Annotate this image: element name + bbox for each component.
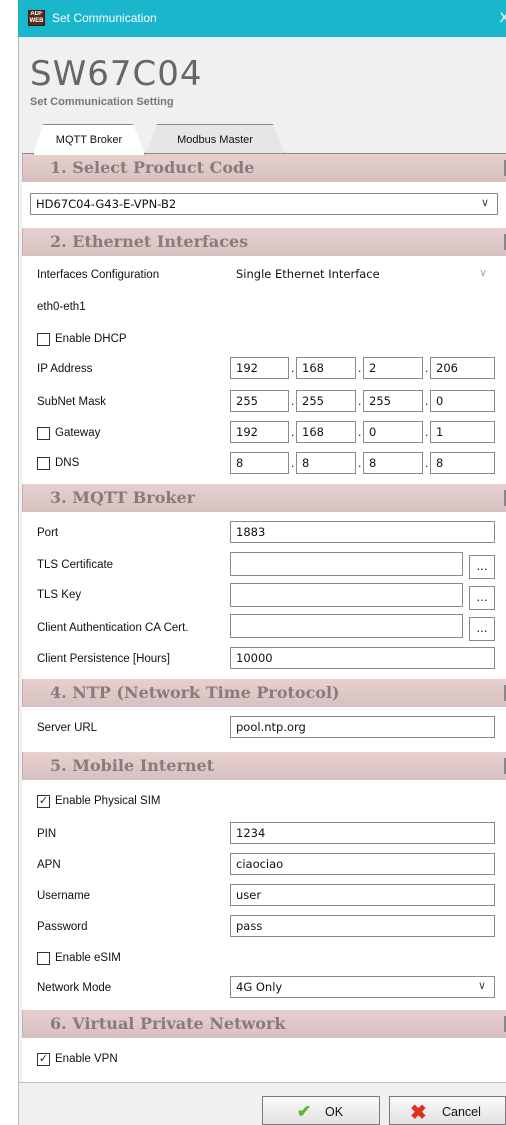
dns-label: DNS xyxy=(55,457,80,469)
ok-button[interactable]: ✔ OK xyxy=(262,1096,380,1125)
physical-sim-checkbox[interactable]: ✓ xyxy=(37,795,50,808)
mask-octet-3[interactable]: 255 xyxy=(363,390,423,412)
password-input[interactable]: pass xyxy=(230,915,495,937)
ip-octet-4[interactable]: 206 xyxy=(430,357,495,379)
esim-label: Enable eSIM xyxy=(55,952,121,964)
username-label: Username xyxy=(37,890,91,902)
tls-key-label: TLS Key xyxy=(37,589,82,601)
dns-octet-1[interactable]: 8 xyxy=(230,452,289,474)
persistence-input[interactable]: 10000 xyxy=(230,647,495,669)
ip-octet-2[interactable]: 168 xyxy=(296,357,356,379)
dns-octet-3[interactable]: 8 xyxy=(363,452,423,474)
apn-label: APN xyxy=(37,859,61,871)
section-title: 4. NTP (Network Time Protocol) xyxy=(50,683,340,702)
cancel-button[interactable]: ✖ Cancel xyxy=(389,1096,506,1125)
dhcp-label: Enable DHCP xyxy=(55,333,127,345)
esim-checkbox[interactable] xyxy=(37,952,50,965)
mask-octet-4[interactable]: 0 xyxy=(430,390,495,412)
gw-octet-3[interactable]: 0 xyxy=(363,421,423,443)
server-url-label: Server URL xyxy=(37,722,98,734)
check-icon: ✔ xyxy=(297,1102,312,1121)
ca-cert-input[interactable] xyxy=(230,614,463,638)
ip-octet-3[interactable]: 2 xyxy=(363,357,423,379)
section-mqtt-broker: 3. MQTT Broker xyxy=(22,484,506,512)
chevron-down-icon: ∨ xyxy=(477,979,486,992)
tab-mqtt-broker[interactable]: MQTT Broker xyxy=(33,124,145,155)
tls-cert-browse-button[interactable]: ... xyxy=(469,555,495,579)
section-mobile-internet: 5. Mobile Internet xyxy=(22,752,506,780)
vpn-label: Enable VPN xyxy=(55,1053,118,1065)
footer-divider xyxy=(18,1082,506,1083)
chevron-down-icon: ∨ xyxy=(478,266,487,279)
gateway-checkbox[interactable] xyxy=(37,427,50,440)
interfaces-config-label: Interfaces Configuration xyxy=(37,269,160,281)
tab-modbus-master[interactable]: Modbus Master xyxy=(145,124,285,154)
interfaces-config-select[interactable]: Single Ethernet Interface ∨ xyxy=(230,263,496,285)
product-code-select[interactable]: HD67C04-G43-E-VPN-B2 ∨ xyxy=(30,193,498,215)
apn-input[interactable]: ciaociao xyxy=(230,853,495,875)
interfaces-config-value: Single Ethernet Interface xyxy=(236,267,380,281)
section-ethernet: 2. Ethernet Interfaces xyxy=(22,228,506,256)
app-icon: ADF WEB xyxy=(28,10,45,26)
mask-octet-2[interactable]: 255 xyxy=(296,390,356,412)
section-title: 6. Virtual Private Network xyxy=(50,1014,286,1033)
tls-key-browse-button[interactable]: ... xyxy=(469,586,495,610)
ca-cert-browse-button[interactable]: ... xyxy=(469,617,495,641)
vpn-checkbox[interactable]: ✓ xyxy=(37,1053,50,1066)
server-url-input[interactable]: pool.ntp.org xyxy=(230,716,495,738)
pin-label: PIN xyxy=(37,828,57,840)
product-code-value: HD67C04-G43-E-VPN-B2 xyxy=(36,197,177,211)
persistence-label: Client Persistence [Hours] xyxy=(37,653,170,665)
port-input[interactable]: 1883 xyxy=(230,521,495,543)
ip-octet-1[interactable]: 192 xyxy=(230,357,289,379)
cancel-x-icon: ✖ xyxy=(410,1102,427,1124)
product-name: SW67C04 xyxy=(30,54,203,94)
gateway-label: Gateway xyxy=(55,427,101,439)
mask-octet-1[interactable]: 255 xyxy=(230,390,289,412)
pin-input[interactable]: 1234 xyxy=(230,822,495,844)
window-title: Set Communication xyxy=(52,11,157,25)
ip-label: IP Address xyxy=(37,363,93,375)
eth-label: eth0-eth1 xyxy=(37,301,86,313)
gw-octet-2[interactable]: 168 xyxy=(296,421,356,443)
network-mode-value: 4G Only xyxy=(236,980,283,994)
section-title: 5. Mobile Internet xyxy=(50,756,215,775)
section-title: 3. MQTT Broker xyxy=(50,488,196,507)
ok-label: OK xyxy=(325,1105,344,1119)
gw-octet-1[interactable]: 192 xyxy=(230,421,289,443)
mask-label: SubNet Mask xyxy=(37,396,107,408)
dns-checkbox[interactable] xyxy=(37,457,50,470)
network-mode-select[interactable]: 4G Only ∨ xyxy=(230,976,495,998)
username-input[interactable]: user xyxy=(230,884,495,906)
section-vpn: 6. Virtual Private Network xyxy=(22,1010,506,1038)
dns-octet-2[interactable]: 8 xyxy=(296,452,356,474)
tls-key-input[interactable] xyxy=(230,583,463,607)
port-label: Port xyxy=(37,527,59,539)
section-ntp: 4. NTP (Network Time Protocol) xyxy=(22,679,506,707)
section-title: 1. Select Product Code xyxy=(50,158,255,177)
physical-sim-label: Enable Physical SIM xyxy=(55,795,161,807)
section-title: 2. Ethernet Interfaces xyxy=(50,232,249,251)
cancel-label: Cancel xyxy=(442,1105,481,1119)
title-bar: ADF WEB Set Communication X xyxy=(18,0,506,37)
tls-cert-label: TLS Certificate xyxy=(37,559,114,571)
tls-cert-input[interactable] xyxy=(230,552,463,576)
close-icon[interactable]: X xyxy=(500,9,506,25)
section-product-code: 1. Select Product Code xyxy=(22,154,506,182)
chevron-down-icon: ∨ xyxy=(480,196,489,209)
product-subtitle: Set Communication Setting xyxy=(30,96,174,108)
network-mode-label: Network Mode xyxy=(37,982,112,994)
password-label: Password xyxy=(37,921,88,933)
dhcp-checkbox[interactable] xyxy=(37,333,50,346)
ca-cert-label: Client Authentication CA Cert. xyxy=(37,622,189,634)
gw-octet-4[interactable]: 1 xyxy=(430,421,495,443)
dns-octet-4[interactable]: 8 xyxy=(430,452,495,474)
